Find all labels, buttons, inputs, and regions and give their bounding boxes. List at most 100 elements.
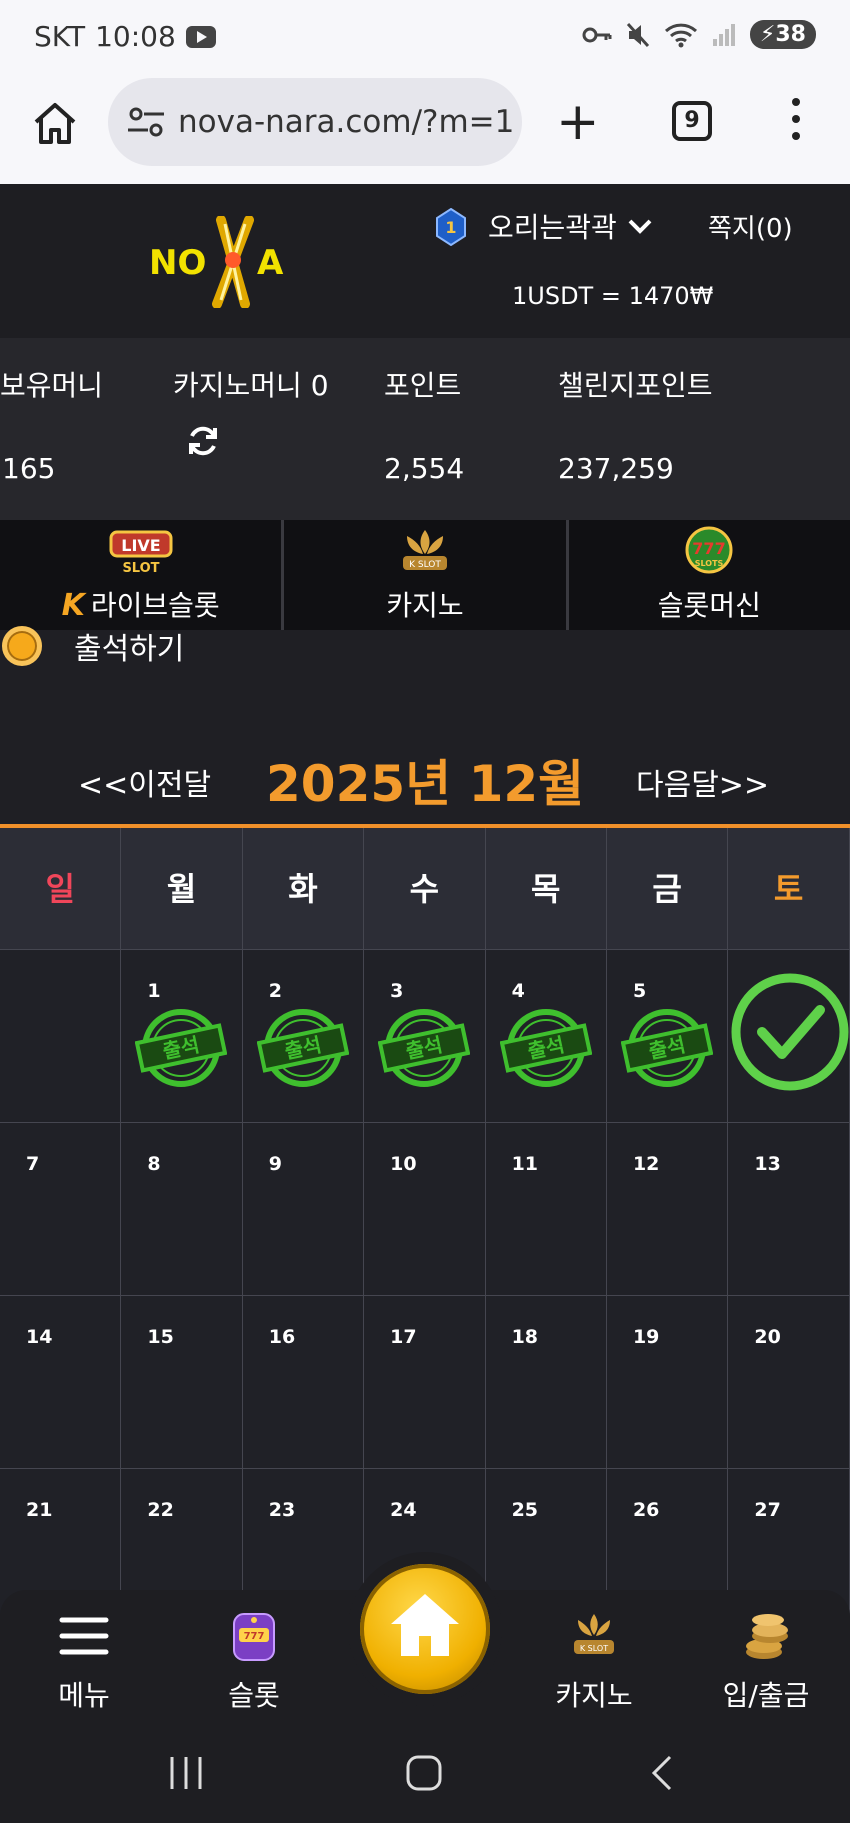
signal-icon bbox=[712, 23, 735, 46]
svg-text:SLOT: SLOT bbox=[122, 561, 159, 574]
calendar-day-cell[interactable]: 12 bbox=[606, 1123, 729, 1296]
refresh-icon[interactable] bbox=[186, 424, 220, 458]
calendar-day-cell[interactable]: 10 bbox=[364, 1123, 486, 1296]
day-number: 8 bbox=[147, 1153, 161, 1175]
more-menu-icon[interactable] bbox=[786, 98, 806, 148]
user-menu[interactable]: 오리는곽곽 bbox=[488, 206, 653, 246]
day-number: 21 bbox=[26, 1499, 53, 1521]
challenge-points-value: 237,259 bbox=[558, 452, 674, 485]
attendance-calendar: 일월화수목금토 1 출석 2 출석 3 출석 4 출석 5 출석 7 8 9 10 11 12 13 14 15 16… bbox=[0, 824, 850, 1642]
wifi-icon bbox=[664, 23, 697, 47]
calendar-day-cell[interactable]: 13 bbox=[728, 1123, 850, 1296]
calendar-day-cell[interactable]: 1 출석 bbox=[121, 950, 243, 1123]
calendar-day-cell[interactable]: 19 bbox=[606, 1296, 729, 1469]
calendar-day-cell[interactable] bbox=[728, 950, 850, 1123]
address-bar[interactable]: nova-nara.com/?m=1 bbox=[108, 78, 522, 166]
nova-logo[interactable]: NO A bbox=[145, 216, 315, 308]
weekday-label: 월 bbox=[121, 828, 243, 950]
tab-slot-machine[interactable]: 777 SLOTS 슬롯머신 bbox=[569, 520, 850, 630]
calendar-day-cell[interactable]: 11 bbox=[485, 1123, 607, 1296]
calendar-day-cell[interactable]: 3 출석 bbox=[364, 950, 486, 1123]
svg-text:1: 1 bbox=[445, 218, 456, 237]
day-number: 24 bbox=[390, 1499, 417, 1521]
tab-live-slot[interactable]: LIVE SLOT K 라이브슬롯 bbox=[0, 520, 285, 630]
day-number: 26 bbox=[632, 1499, 660, 1521]
weekday-label: 토 bbox=[728, 828, 850, 950]
casino-money: 카지노머니 0 bbox=[173, 369, 329, 402]
day-number: 14 bbox=[26, 1326, 53, 1348]
calendar-day-cell[interactable]: 8 bbox=[121, 1123, 243, 1296]
day-number: 3 bbox=[390, 980, 404, 1002]
home-fab-wrapper bbox=[348, 1552, 502, 1706]
weekday-label: 목 bbox=[485, 828, 607, 950]
weekday-label: 금 bbox=[606, 828, 729, 950]
new-tab-button[interactable]: + bbox=[556, 92, 600, 152]
calendar-day-cell[interactable]: 14 bbox=[0, 1296, 122, 1469]
calendar-day-cell[interactable]: 7 bbox=[0, 1123, 122, 1296]
nav-casino[interactable]: K SLOT 카지노 bbox=[534, 1608, 654, 1714]
home-button[interactable] bbox=[360, 1564, 490, 1694]
calendar-day-cell[interactable]: 15 bbox=[121, 1296, 243, 1469]
url-text: nova-nara.com/?m=1 bbox=[178, 104, 513, 140]
status-bar: SKT 10:08 ⚡38 bbox=[0, 0, 850, 76]
svg-text:NO: NO bbox=[149, 243, 206, 283]
day-number: 23 bbox=[268, 1499, 296, 1521]
message-link[interactable]: 쪽지(0) bbox=[708, 208, 793, 245]
nav-menu[interactable]: 메뉴 bbox=[24, 1608, 144, 1714]
day-number: 13 bbox=[754, 1153, 781, 1175]
calendar-day-cell[interactable]: 20 bbox=[728, 1296, 850, 1469]
nav-deposit-withdraw[interactable]: 입/출금 bbox=[706, 1608, 826, 1714]
k-slot-icon: K SLOT bbox=[402, 530, 447, 570]
day-number: 27 bbox=[754, 1499, 781, 1521]
mute-icon bbox=[626, 22, 650, 47]
browser-toolbar: nova-nara.com/?m=1 + 9 bbox=[0, 76, 850, 184]
calendar-week-row: 1 출석 2 출석 3 출석 4 출석 5 출석 bbox=[0, 950, 850, 1123]
weekday-label: 수 bbox=[364, 828, 486, 950]
game-category-tabs: LIVE SLOT K 라이브슬롯 K SLOT 카지노 777 SLOTS 슬롯머신 bbox=[0, 520, 850, 630]
month-navigation: <<이전달 2025년 12월 다음달>> bbox=[0, 740, 850, 820]
prev-month-link[interactable]: <<이전달 bbox=[78, 760, 211, 804]
day-number: 5 bbox=[632, 980, 647, 1002]
tab-casino[interactable]: K SLOT 카지노 bbox=[284, 520, 569, 630]
svg-text:777: 777 bbox=[244, 1631, 265, 1642]
calendar-day-cell[interactable]: 5 출석 bbox=[606, 950, 729, 1123]
system-home-icon[interactable] bbox=[404, 1753, 444, 1793]
svg-text:777: 777 bbox=[693, 539, 726, 558]
slot-machine-icon: 777 bbox=[233, 1613, 275, 1661]
calendar-day-cell[interactable]: 16 bbox=[242, 1296, 365, 1469]
k-slot-icon: K SLOT bbox=[574, 1614, 614, 1654]
nav-slot[interactable]: 777 슬롯 bbox=[194, 1608, 314, 1714]
calendar-week-row: 14 15 16 17 18 19 20 bbox=[0, 1296, 850, 1469]
attendance-title: 출석하기 bbox=[74, 632, 185, 667]
attendance-stamp-icon: 출석 bbox=[256, 1009, 349, 1087]
chevron-down-icon bbox=[628, 219, 652, 234]
calendar-day-cell[interactable]: 9 bbox=[242, 1123, 365, 1296]
live-slot-icon: LIVE SLOT bbox=[109, 530, 173, 574]
day-number: 17 bbox=[390, 1326, 417, 1348]
rank-badge-icon: 1 bbox=[436, 208, 466, 246]
day-number: 22 bbox=[147, 1499, 174, 1521]
browser-home-icon[interactable] bbox=[30, 98, 80, 148]
attendance-header: 출석하기 bbox=[0, 626, 850, 670]
attendance-stamp-icon: 출석 bbox=[499, 1009, 592, 1087]
calendar-day-cell[interactable]: 2 출석 bbox=[242, 950, 365, 1123]
coins-icon bbox=[746, 1614, 788, 1659]
month-title: 2025년 12월 bbox=[266, 755, 585, 813]
k-brand-icon: K bbox=[61, 588, 85, 623]
back-icon[interactable] bbox=[648, 1753, 676, 1793]
hamburger-icon bbox=[59, 1617, 109, 1655]
recent-apps-icon[interactable] bbox=[168, 1753, 204, 1793]
challenge-points: 챌린지포인트 237,259 bbox=[558, 369, 713, 485]
weekday-label: 화 bbox=[242, 828, 365, 950]
next-month-link[interactable]: 다음달>> bbox=[636, 760, 769, 804]
day-number: 25 bbox=[511, 1499, 539, 1521]
calendar-day-cell[interactable]: 18 bbox=[485, 1296, 607, 1469]
day-number: 7 bbox=[26, 1153, 40, 1175]
tab-switcher-button[interactable]: 9 bbox=[672, 101, 712, 141]
system-navigation-bar bbox=[0, 1733, 850, 1823]
carrier-label: SKT bbox=[34, 20, 86, 53]
points-value: 2,554 bbox=[384, 452, 465, 485]
site-settings-icon[interactable] bbox=[126, 106, 166, 138]
calendar-day-cell[interactable]: 17 bbox=[364, 1296, 486, 1469]
calendar-day-cell[interactable]: 4 출석 bbox=[485, 950, 607, 1123]
